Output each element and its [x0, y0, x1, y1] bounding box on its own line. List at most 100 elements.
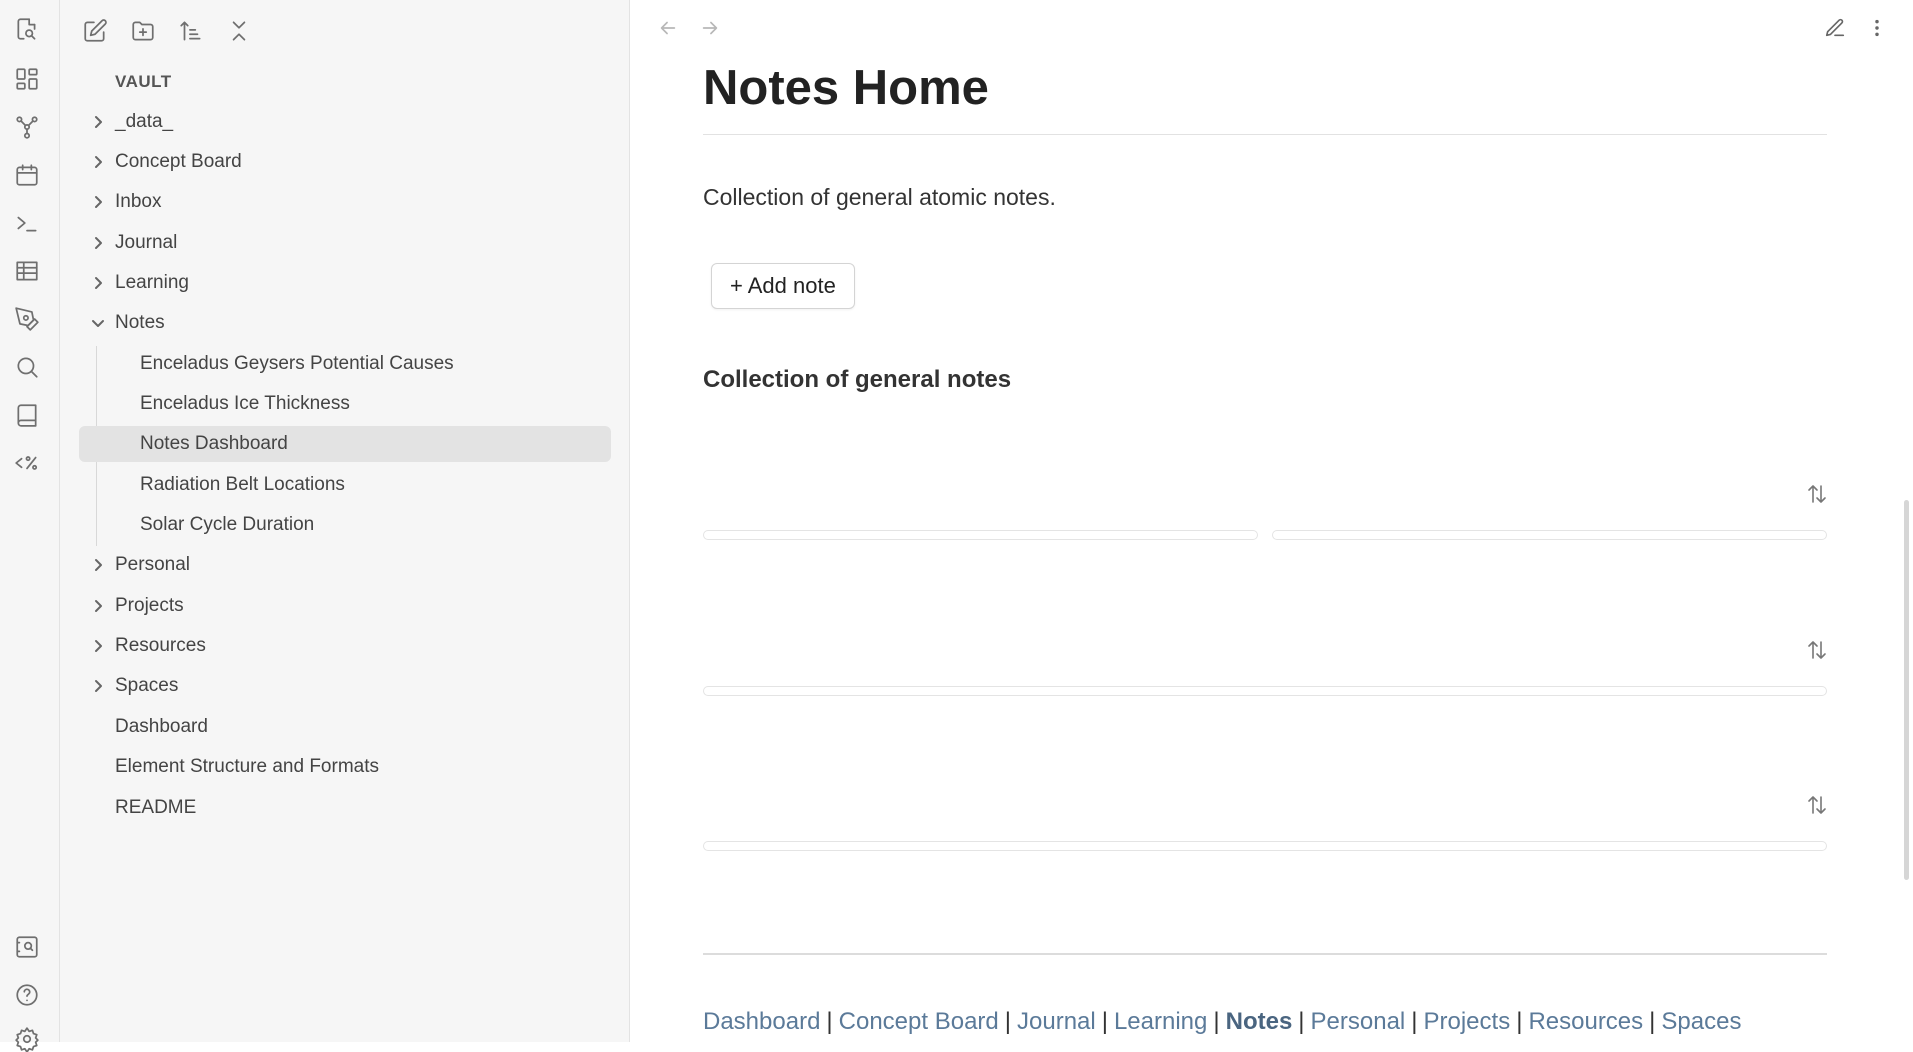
tree-file-readme[interactable]: README	[60, 790, 600, 826]
calendar-icon[interactable]	[14, 162, 40, 188]
tree-folder-label: Resources	[115, 635, 206, 656]
editor-pane: Notes Home Collection of general atomic …	[631, 0, 1913, 1042]
ribbon	[0, 0, 60, 1052]
section-heading: Collection of general notes	[703, 366, 1012, 393]
footer-link-spaces[interactable]: Spaces	[1661, 1008, 1741, 1035]
footer-link-journal[interactable]: Journal	[1017, 1008, 1096, 1035]
tree-file[interactable]: Enceladus Geysers Potential Causes	[60, 346, 600, 382]
help-icon[interactable]	[14, 982, 40, 1008]
footer-link-projects[interactable]: Projects	[1424, 1008, 1511, 1035]
footer-link-dashboard[interactable]: Dashboard	[703, 1008, 820, 1035]
footer-link-resources[interactable]: Resources	[1528, 1008, 1643, 1035]
chevron-right-icon	[90, 678, 106, 694]
tree-file[interactable]: Radiation Belt Locations	[60, 467, 600, 503]
vault-switch-icon[interactable]	[14, 934, 40, 960]
tree-file[interactable]: Enceladus Ice Thickness	[60, 386, 600, 422]
page-title: Notes Home	[703, 61, 989, 115]
new-folder-icon[interactable]	[128, 16, 158, 46]
pen-icon[interactable]	[14, 306, 40, 332]
templater-icon[interactable]	[14, 450, 40, 476]
tree-folder-projects[interactable]: Projects	[60, 588, 600, 624]
chevron-right-icon	[90, 235, 106, 251]
tree-folder-label: _data_	[115, 111, 174, 132]
tree-folder-concept-board[interactable]: Concept Board	[60, 144, 600, 180]
forward-arrow-icon[interactable]	[696, 14, 724, 42]
tree-file-label: Enceladus Geysers Potential Causes	[140, 353, 454, 374]
edit-pencil-icon[interactable]	[1821, 14, 1849, 42]
tree-folder-label: Projects	[115, 595, 184, 616]
more-options-icon[interactable]	[1863, 14, 1891, 42]
chevron-right-icon	[90, 598, 106, 614]
footer-separator: |	[1213, 1008, 1220, 1035]
scrollbar[interactable]	[1904, 500, 1909, 880]
tree-file-label: Solar Cycle Duration	[140, 514, 315, 535]
collapse-all-icon[interactable]	[224, 16, 254, 46]
tree-folder-inbox[interactable]: Inbox	[60, 184, 600, 220]
search-icon[interactable]	[14, 354, 40, 380]
footer-link-personal[interactable]: Personal	[1311, 1008, 1406, 1035]
tree-file-active[interactable]: Notes Dashboard	[79, 426, 611, 462]
book-icon[interactable]	[14, 402, 40, 428]
footer-divider	[703, 953, 1827, 955]
tree-folder-journal[interactable]: Journal	[60, 225, 600, 261]
tree-folder-label: Notes	[115, 312, 165, 333]
footer-separator: |	[1004, 1008, 1011, 1035]
tree-folder-notes[interactable]: Notes	[60, 305, 600, 341]
footer-link-learning[interactable]: Learning	[1114, 1008, 1207, 1035]
tree-file-label: Radiation Belt Locations	[140, 474, 345, 495]
chevron-right-icon	[90, 557, 106, 573]
tree-folder-label: Journal	[115, 232, 178, 253]
chevron-right-icon	[90, 114, 106, 130]
title-divider	[703, 134, 1827, 135]
tree-folder-personal[interactable]: Personal	[60, 547, 600, 583]
page-description: Collection of general atomic notes.	[703, 184, 1056, 210]
add-note-button[interactable]: + Add note	[711, 263, 855, 309]
vault-label: VAULT	[115, 72, 172, 91]
chevron-right-icon	[90, 275, 106, 291]
results-bar	[1272, 530, 1827, 540]
chevron-down-icon	[90, 315, 106, 331]
tree-file-element-structure[interactable]: Element Structure and Formats	[60, 749, 600, 785]
tree-folder-label: Learning	[115, 272, 189, 293]
tree-file-dashboard[interactable]: Dashboard	[60, 709, 600, 745]
tree-file-label: Element Structure and Formats	[115, 756, 379, 777]
new-note-icon[interactable]	[80, 16, 110, 46]
settings-icon[interactable]	[14, 1026, 40, 1052]
chevron-right-icon	[90, 638, 106, 654]
file-explorer: VAULT _data_ Concept Board Inbox Journal…	[60, 0, 630, 1042]
tree-folder-spaces[interactable]: Spaces	[60, 668, 600, 704]
tree-file-label: Enceladus Ice Thickness	[140, 393, 350, 414]
tree-file[interactable]: Solar Cycle Duration	[60, 507, 600, 543]
tree-folder-label: Spaces	[115, 675, 179, 696]
tree-file-label: README	[115, 797, 197, 818]
footer-nav: Dashboard | Concept Board | Journal | Learning…	[703, 1008, 1741, 1036]
footer-separator: |	[1298, 1008, 1305, 1035]
results-bar	[703, 530, 1258, 540]
sort-icon[interactable]	[176, 16, 206, 46]
sort-toggle-icon[interactable]	[1803, 791, 1831, 819]
tree-folder-resources[interactable]: Resources	[60, 628, 600, 664]
tree-folder-data[interactable]: _data_	[60, 104, 600, 140]
graph-view-icon[interactable]	[14, 114, 40, 140]
table-icon[interactable]	[14, 258, 40, 284]
chevron-right-icon	[90, 194, 106, 210]
footer-separator: |	[1516, 1008, 1523, 1035]
search-file-icon[interactable]	[14, 16, 40, 42]
tree-file-label: Notes Dashboard	[140, 433, 288, 454]
footer-link-notes[interactable]: Notes	[1226, 1008, 1293, 1035]
footer-link-concept-board[interactable]: Concept Board	[839, 1008, 999, 1035]
footer-separator: |	[1101, 1008, 1108, 1035]
results-bar	[703, 686, 1827, 696]
tree-folder-label: Inbox	[115, 191, 162, 212]
back-arrow-icon[interactable]	[654, 14, 682, 42]
footer-separator: |	[1411, 1008, 1418, 1035]
footer-separator: |	[826, 1008, 833, 1035]
canvas-grid-icon[interactable]	[14, 66, 40, 92]
results-bar	[703, 841, 1827, 851]
tree-folder-learning[interactable]: Learning	[60, 265, 600, 301]
sort-toggle-icon[interactable]	[1803, 636, 1831, 664]
tree-folder-label: Personal	[115, 554, 190, 575]
sort-toggle-icon[interactable]	[1803, 480, 1831, 508]
terminal-icon[interactable]	[14, 210, 40, 236]
tree-folder-label: Concept Board	[115, 151, 242, 172]
